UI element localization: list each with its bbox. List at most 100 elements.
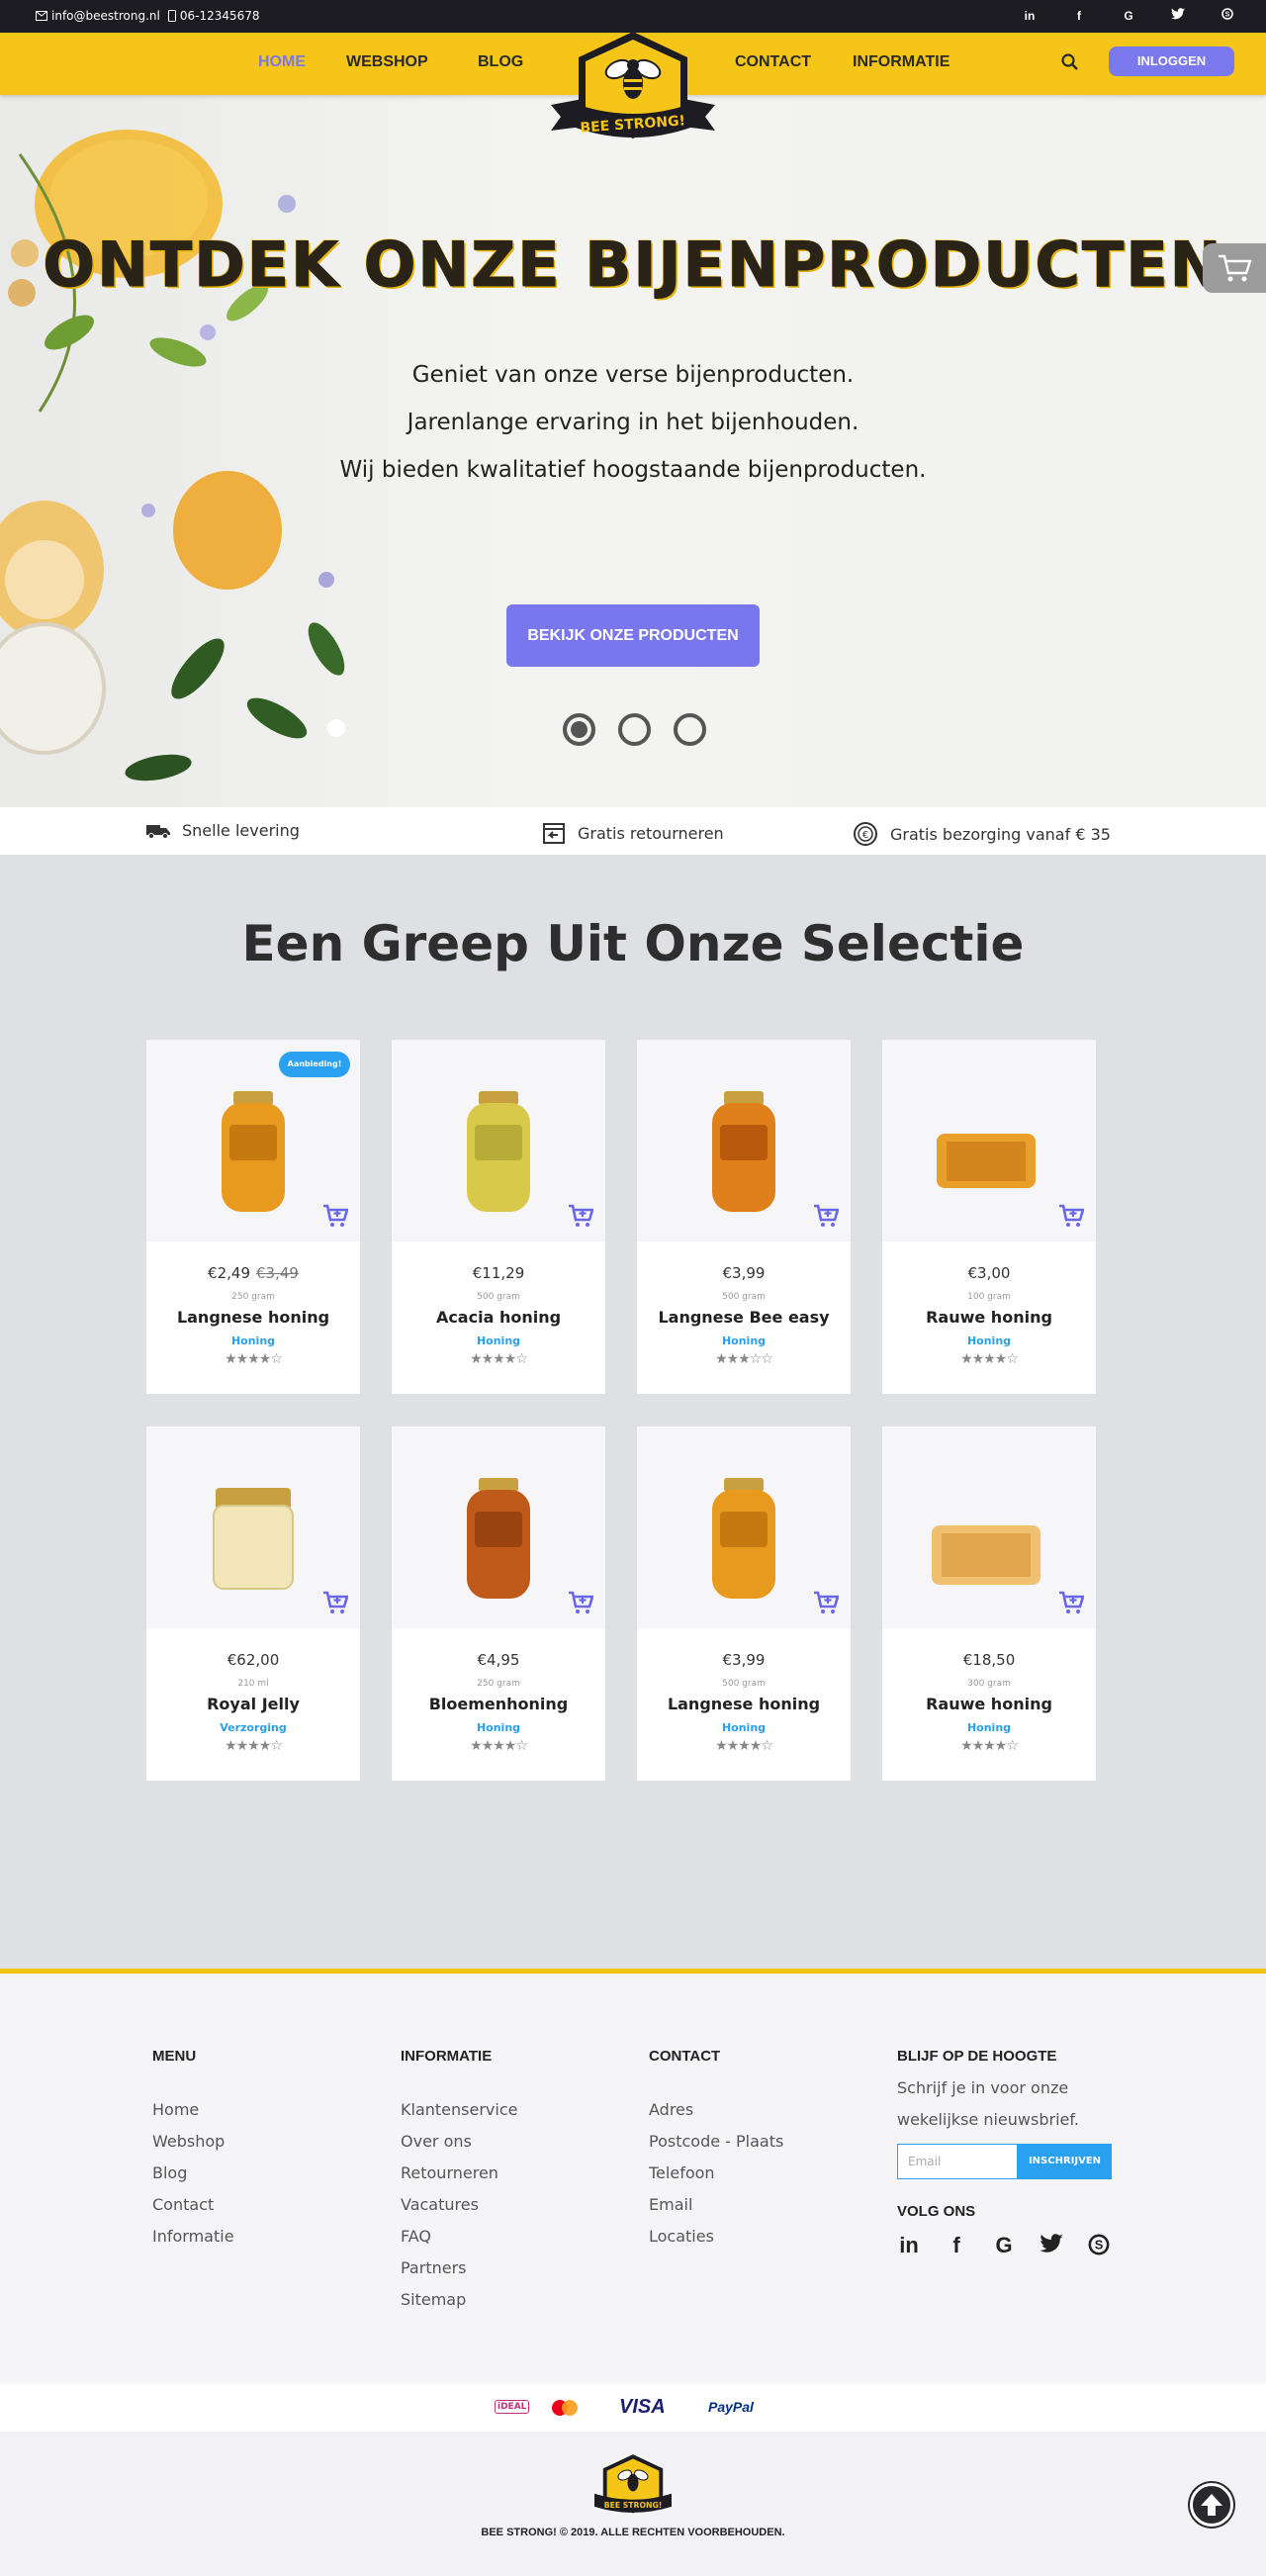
- view-products-button[interactable]: BEKIJK ONZE PRODUCTEN: [506, 604, 760, 667]
- shopping-cart-icon: [1219, 254, 1252, 282]
- newsletter-form: Email INSCHRIJVEN: [897, 2144, 1115, 2179]
- slider-dot-1[interactable]: [563, 713, 595, 746]
- product-name[interactable]: Royal Jelly: [146, 1695, 360, 1713]
- product-card[interactable]: €62,00 210 ml Royal Jelly Verzorging ★★★…: [146, 1426, 360, 1781]
- add-to-cart-icon[interactable]: [322, 1204, 348, 1228]
- product-category[interactable]: Honing: [392, 1721, 605, 1734]
- twitter-icon[interactable]: [1169, 7, 1187, 25]
- slider-dot-3[interactable]: [674, 713, 706, 746]
- nav-webshop[interactable]: WEBSHOP: [346, 53, 428, 71]
- footer-link-informatie[interactable]: Informatie: [152, 2227, 234, 2247]
- product-price: €11,29: [392, 1264, 605, 1282]
- product-category[interactable]: Honing: [637, 1721, 851, 1734]
- nav-contact[interactable]: CONTACT: [735, 53, 811, 71]
- product-card[interactable]: €3,00 100 gram Rauwe honing Honing ★★★★☆: [882, 1040, 1096, 1394]
- footer-link-home[interactable]: Home: [152, 2100, 234, 2120]
- footer-link-email[interactable]: Email: [649, 2195, 783, 2215]
- google-icon[interactable]: G: [1120, 7, 1137, 25]
- subscribe-button[interactable]: INSCHRIJVEN: [1018, 2144, 1112, 2179]
- footer-link-postcode[interactable]: Postcode - Plaats: [649, 2132, 783, 2152]
- price-current: €2,49: [208, 1264, 250, 1282]
- email-contact[interactable]: info@beestrong.nl: [36, 9, 160, 23]
- add-to-cart-icon[interactable]: [813, 1591, 839, 1614]
- product-category[interactable]: Honing: [882, 1334, 1096, 1347]
- add-to-cart-icon[interactable]: [813, 1204, 839, 1228]
- product-price: €3,00: [882, 1264, 1096, 1282]
- footer-link-retourneren[interactable]: Retourneren: [401, 2163, 517, 2183]
- footer-link-adres[interactable]: Adres: [649, 2100, 783, 2120]
- skype-icon[interactable]: S: [1087, 2234, 1111, 2257]
- product-card[interactable]: Aanbieding! €2,49 €3,49 250 gram Langnese…: [146, 1040, 360, 1394]
- product-name[interactable]: Langnese honing: [637, 1695, 851, 1713]
- product-name[interactable]: Acacia honing: [392, 1308, 605, 1327]
- login-button[interactable]: INLOGGEN: [1109, 46, 1234, 76]
- phone-contact[interactable]: 06-12345678: [167, 9, 260, 23]
- twitter-icon[interactable]: [1040, 2234, 1063, 2257]
- product-card[interactable]: €4,95 250 gram Bloemenhoning Honing ★★★★…: [392, 1426, 605, 1781]
- newsletter-email-input[interactable]: Email: [897, 2144, 1018, 2179]
- follow-us-title: VOLG ONS: [897, 2203, 976, 2220]
- visa-logo: VISA: [619, 2396, 666, 2418]
- hero-line-2: Jarenlange ervaring in het bijenhouden.: [407, 410, 859, 435]
- footer-link-faq[interactable]: FAQ: [401, 2227, 517, 2247]
- product-weight: 500 gram: [722, 1679, 766, 1689]
- star-rating: ★★★★☆: [960, 1738, 1019, 1754]
- footer-contact-title: CONTACT: [649, 2048, 721, 2065]
- star-rating: ★★★★☆: [470, 1738, 528, 1754]
- product-category[interactable]: Honing: [146, 1334, 360, 1347]
- linkedin-icon[interactable]: in: [1021, 7, 1039, 25]
- top-contact: info@beestrong.nl 06-12345678: [36, 9, 260, 23]
- product-name[interactable]: Bloemenhoning: [392, 1695, 605, 1713]
- product-price: €4,95: [392, 1651, 605, 1669]
- facebook-icon[interactable]: f: [1070, 7, 1088, 25]
- add-to-cart-icon[interactable]: [1058, 1204, 1084, 1228]
- slider-dot-2[interactable]: [618, 713, 651, 746]
- product-price: €3,99: [637, 1651, 851, 1669]
- hero-banner: ONTDEK ONZE BIJENPRODUCTEN Geniet van on…: [0, 95, 1266, 807]
- google-icon[interactable]: G: [992, 2234, 1016, 2257]
- search-icon[interactable]: [1060, 52, 1080, 72]
- nav-blog[interactable]: BLOG: [478, 53, 523, 71]
- footer-link-partners[interactable]: Partners: [401, 2258, 517, 2278]
- bottom-bar: BEE STRONG! BEE STRONG! © 2019. ALLE REC…: [0, 2432, 1266, 2576]
- product-card[interactable]: €18,50 300 gram Rauwe honing Honing ★★★★…: [882, 1426, 1096, 1781]
- add-to-cart-icon[interactable]: [322, 1591, 348, 1614]
- footer-link-blog[interactable]: Blog: [152, 2163, 234, 2183]
- footer-link-locaties[interactable]: Locaties: [649, 2227, 783, 2247]
- add-to-cart-icon[interactable]: [568, 1204, 593, 1228]
- product-name[interactable]: Rauwe honing: [882, 1695, 1096, 1713]
- footer-contact: CONTACT Adres Postcode - Plaats Telefoon…: [649, 2048, 783, 2258]
- product-name[interactable]: Rauwe honing: [882, 1308, 1096, 1327]
- product-card[interactable]: €3,99 500 gram Langnese Bee easy Honing …: [637, 1040, 851, 1394]
- footer-link-telefoon[interactable]: Telefoon: [649, 2163, 783, 2183]
- product-weight: 500 gram: [477, 1292, 520, 1302]
- footer-link-sitemap[interactable]: Sitemap: [401, 2290, 517, 2310]
- facebook-icon[interactable]: f: [945, 2234, 968, 2257]
- newsletter-title: BLIJF OP DE HOOGTE: [897, 2048, 1057, 2065]
- nav-informatie[interactable]: INFORMATIE: [853, 53, 950, 71]
- add-to-cart-icon[interactable]: [1058, 1591, 1084, 1614]
- product-category[interactable]: Honing: [882, 1721, 1096, 1734]
- skype-icon[interactable]: S: [1219, 7, 1236, 25]
- product-card[interactable]: €11,29 500 gram Acacia honing Honing ★★★…: [392, 1040, 605, 1394]
- bee-strong-logo[interactable]: BEE STRONG!: [543, 30, 723, 148]
- linkedin-icon[interactable]: in: [897, 2234, 921, 2257]
- footer-link-klantenservice[interactable]: Klantenservice: [401, 2100, 517, 2120]
- footer-link-contact[interactable]: Contact: [152, 2195, 234, 2215]
- copyright: BEE STRONG! © 2019. ALLE RECHTEN VOORBEH…: [481, 2527, 785, 2538]
- back-to-top-button[interactable]: [1190, 2483, 1233, 2527]
- product-category[interactable]: Honing: [637, 1334, 851, 1347]
- cart-tab[interactable]: [1203, 243, 1266, 293]
- product-category[interactable]: Verzorging: [146, 1721, 360, 1734]
- ideal-logo: iDEAL: [495, 2400, 530, 2414]
- footer-link-vacatures[interactable]: Vacatures: [401, 2195, 517, 2215]
- nav-home[interactable]: HOME: [258, 53, 306, 71]
- product-name[interactable]: Langnese Bee easy: [637, 1308, 851, 1327]
- product-name[interactable]: Langnese honing: [146, 1308, 360, 1327]
- product-card[interactable]: €3,99 500 gram Langnese honing Honing ★★…: [637, 1426, 851, 1781]
- product-category[interactable]: Honing: [392, 1334, 605, 1347]
- footer-link-webshop[interactable]: Webshop: [152, 2132, 234, 2152]
- footer-link-over-ons[interactable]: Over ons: [401, 2132, 517, 2152]
- hero-title: ONTDEK ONZE BIJENPRODUCTEN: [43, 229, 1223, 302]
- add-to-cart-icon[interactable]: [568, 1591, 593, 1614]
